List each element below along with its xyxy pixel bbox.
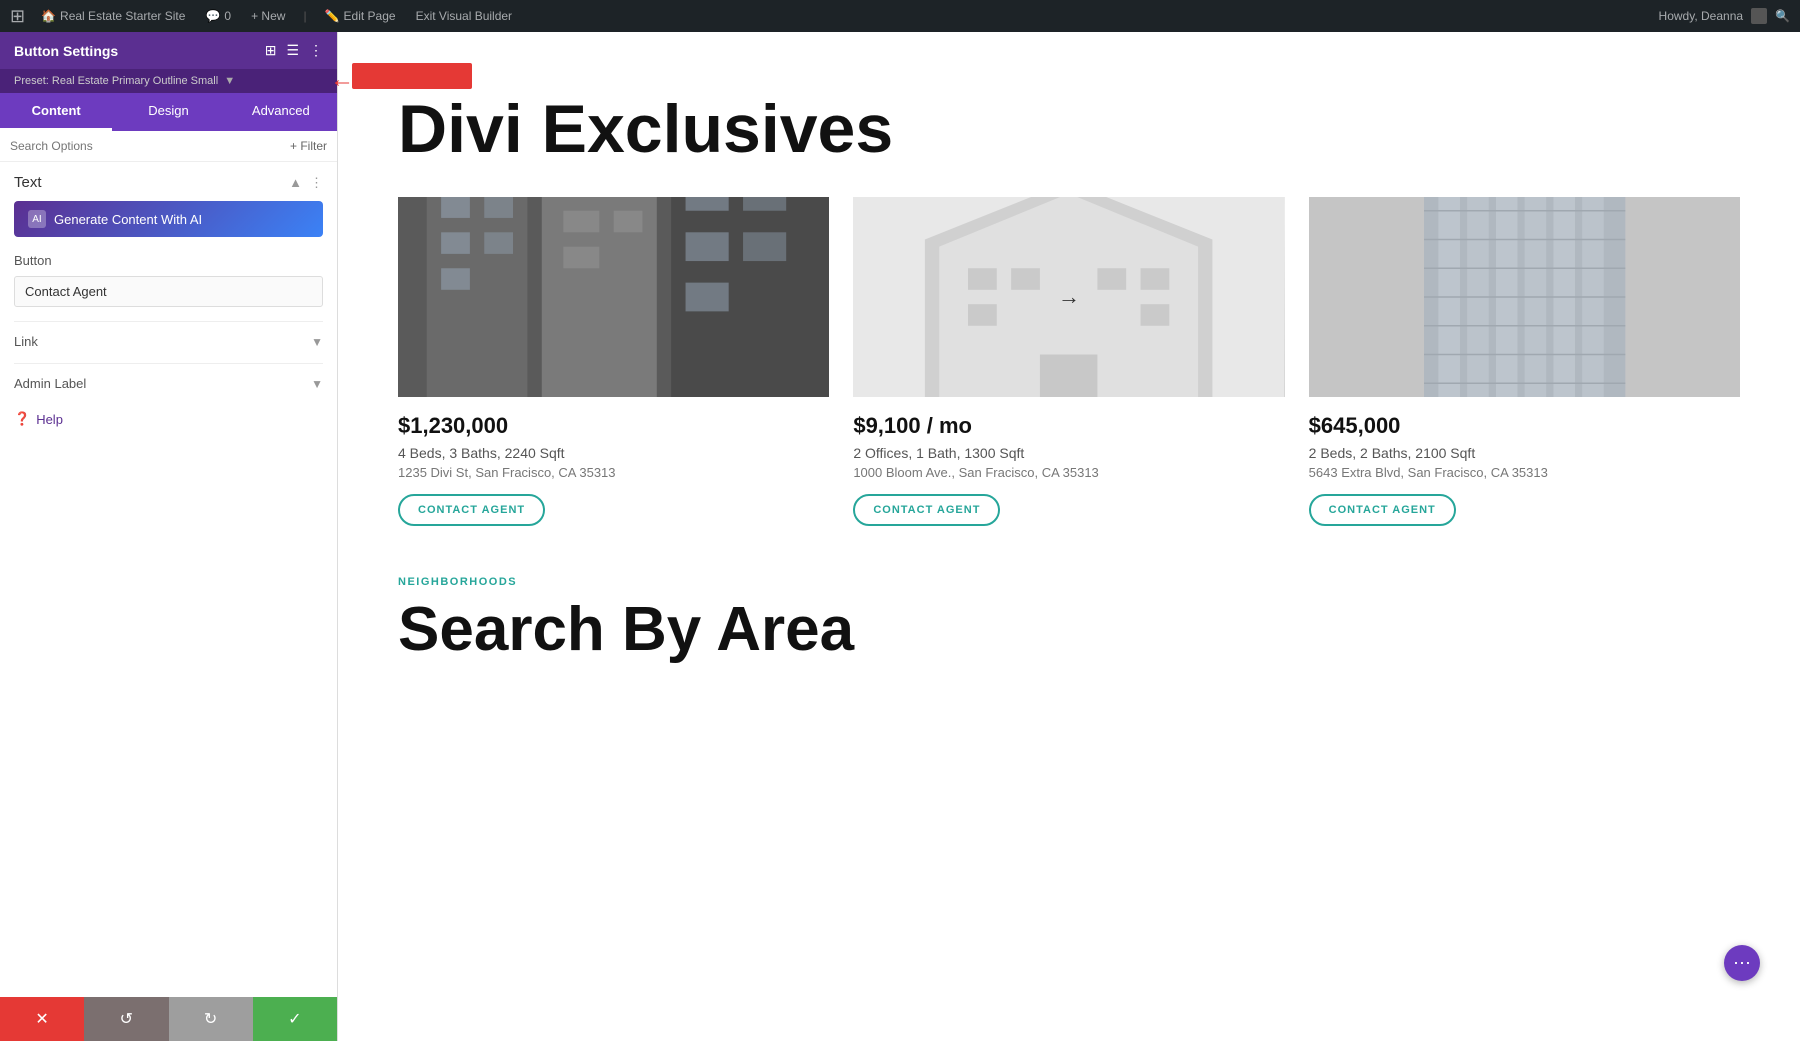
cards-grid: $1,230,000 4 Beds, 3 Baths, 2240 Sqft 12…	[398, 197, 1740, 526]
redo-button[interactable]: ↻	[169, 997, 253, 1041]
preset-bar: Preset: Real Estate Primary Outline Smal…	[0, 69, 337, 93]
ai-icon: AI	[28, 210, 46, 228]
edit-page-link[interactable]: ✏️ Edit Page	[321, 9, 400, 23]
property-card: $645,000 2 Beds, 2 Baths, 2100 Sqft 5643…	[1309, 197, 1740, 526]
preset-label: Preset: Real Estate Primary Outline Smal…	[14, 75, 218, 87]
search-icon[interactable]: 🔍	[1775, 9, 1790, 23]
arrow-icon: →	[1058, 284, 1080, 310]
panel-bottom-bar: ✕ ↺ ↻ ✓	[0, 997, 337, 1041]
card-details: 4 Beds, 3 Baths, 2240 Sqft	[398, 445, 829, 461]
card-details: 2 Offices, 1 Bath, 1300 Sqft	[853, 445, 1284, 461]
tab-advanced[interactable]: Advanced	[225, 93, 337, 131]
undo-button[interactable]: ↺	[84, 997, 168, 1041]
left-panel: Button Settings ⊞ ☰ ⋮ Preset: Real Estat…	[0, 32, 338, 1041]
panel-title: Button Settings	[14, 43, 118, 59]
link-section-title: Link	[14, 334, 38, 349]
contact-agent-button[interactable]: CONTACT AGENT	[1309, 494, 1456, 526]
panel-search: + Filter	[0, 131, 337, 162]
neighborhoods-tag: NEIGHBORHOODS	[398, 576, 1740, 588]
card-details: 2 Beds, 2 Baths, 2100 Sqft	[1309, 445, 1740, 461]
search-input[interactable]	[10, 139, 284, 153]
admin-bar-new[interactable]: + New	[247, 9, 289, 23]
panel-tabs: Content Design Advanced	[0, 93, 337, 131]
card-image	[398, 197, 829, 397]
section-more-icon[interactable]: ⋮	[310, 175, 323, 191]
admin-label-section-header[interactable]: Admin Label ▼	[14, 376, 323, 391]
building-image-dark	[398, 197, 829, 397]
admin-label-title: Admin Label	[14, 376, 86, 391]
help-link[interactable]: ❓ Help	[14, 411, 323, 427]
purple-dot-menu[interactable]: ⋯	[1724, 945, 1760, 981]
content-area: LISTINGS Divi Exclusives	[338, 32, 1800, 1041]
contact-agent-button[interactable]: CONTACT AGENT	[398, 494, 545, 526]
filter-button[interactable]: + Filter	[290, 139, 327, 153]
card-address: 5643 Extra Blvd, San Fracisco, CA 35313	[1309, 465, 1740, 480]
button-text-input[interactable]	[14, 276, 323, 307]
card-image: →	[853, 197, 1284, 397]
card-address: 1235 Divi St, San Fracisco, CA 35313	[398, 465, 829, 480]
chevron-down-icon: ▼	[224, 75, 235, 87]
property-card: $1,230,000 4 Beds, 3 Baths, 2240 Sqft 12…	[398, 197, 829, 526]
card-address: 1000 Bloom Ave., San Fracisco, CA 35313	[853, 465, 1284, 480]
neighborhoods-heading: Search By Area	[398, 596, 1740, 664]
contact-agent-button[interactable]: CONTACT AGENT	[853, 494, 1000, 526]
panel-content: Text ▲ ⋮ AI Generate Content With AI But…	[0, 162, 337, 997]
link-section-header[interactable]: Link ▼	[14, 334, 323, 349]
card-image	[1309, 197, 1740, 397]
property-card: → $9,100 / mo 2 Offices, 1 Bath, 1300 Sq…	[853, 197, 1284, 526]
exit-builder-link[interactable]: Exit Visual Builder	[412, 9, 517, 23]
card-price: $645,000	[1309, 413, 1740, 439]
text-section-title: Text	[14, 174, 42, 191]
panel-header: Button Settings ⊞ ☰ ⋮	[0, 32, 337, 69]
chevron-down-icon: ▼	[311, 335, 323, 349]
admin-bar: ⊞ 🏠 Real Estate Starter Site 💬 0 + New |…	[0, 0, 1800, 32]
save-button[interactable]: ✓	[253, 997, 337, 1041]
link-section: Link ▼	[14, 321, 323, 349]
card-price: $9,100 / mo	[853, 413, 1284, 439]
admin-label-section: Admin Label ▼	[14, 363, 323, 391]
ai-generate-button[interactable]: AI Generate Content With AI	[14, 201, 323, 237]
listings-tag: LISTINGS	[398, 72, 1740, 84]
collapse-icon[interactable]: ▲	[289, 175, 302, 190]
tab-content[interactable]: Content	[0, 93, 112, 131]
neighborhoods-section: NEIGHBORHOODS Search By Area	[398, 576, 1740, 664]
wp-icon[interactable]: ⊞	[10, 6, 25, 27]
howdy-label: Howdy, Deanna	[1659, 9, 1744, 23]
question-icon: ❓	[14, 411, 30, 427]
text-section-header: Text ▲ ⋮	[14, 174, 323, 191]
chevron-down-icon-2: ▼	[311, 377, 323, 391]
card-price: $1,230,000	[398, 413, 829, 439]
listings-heading: Divi Exclusives	[398, 92, 1740, 167]
admin-bar-site-name[interactable]: 🏠 Real Estate Starter Site	[37, 9, 189, 23]
admin-bar-comments[interactable]: 💬 0	[201, 9, 235, 23]
settings-icon[interactable]: ⊞	[265, 42, 277, 59]
tab-design[interactable]: Design	[112, 93, 224, 131]
cancel-button[interactable]: ✕	[0, 997, 84, 1041]
grid-icon[interactable]: ☰	[286, 42, 299, 59]
more-icon[interactable]: ⋮	[309, 42, 323, 59]
avatar	[1751, 8, 1767, 24]
button-section-label: Button	[14, 253, 323, 268]
